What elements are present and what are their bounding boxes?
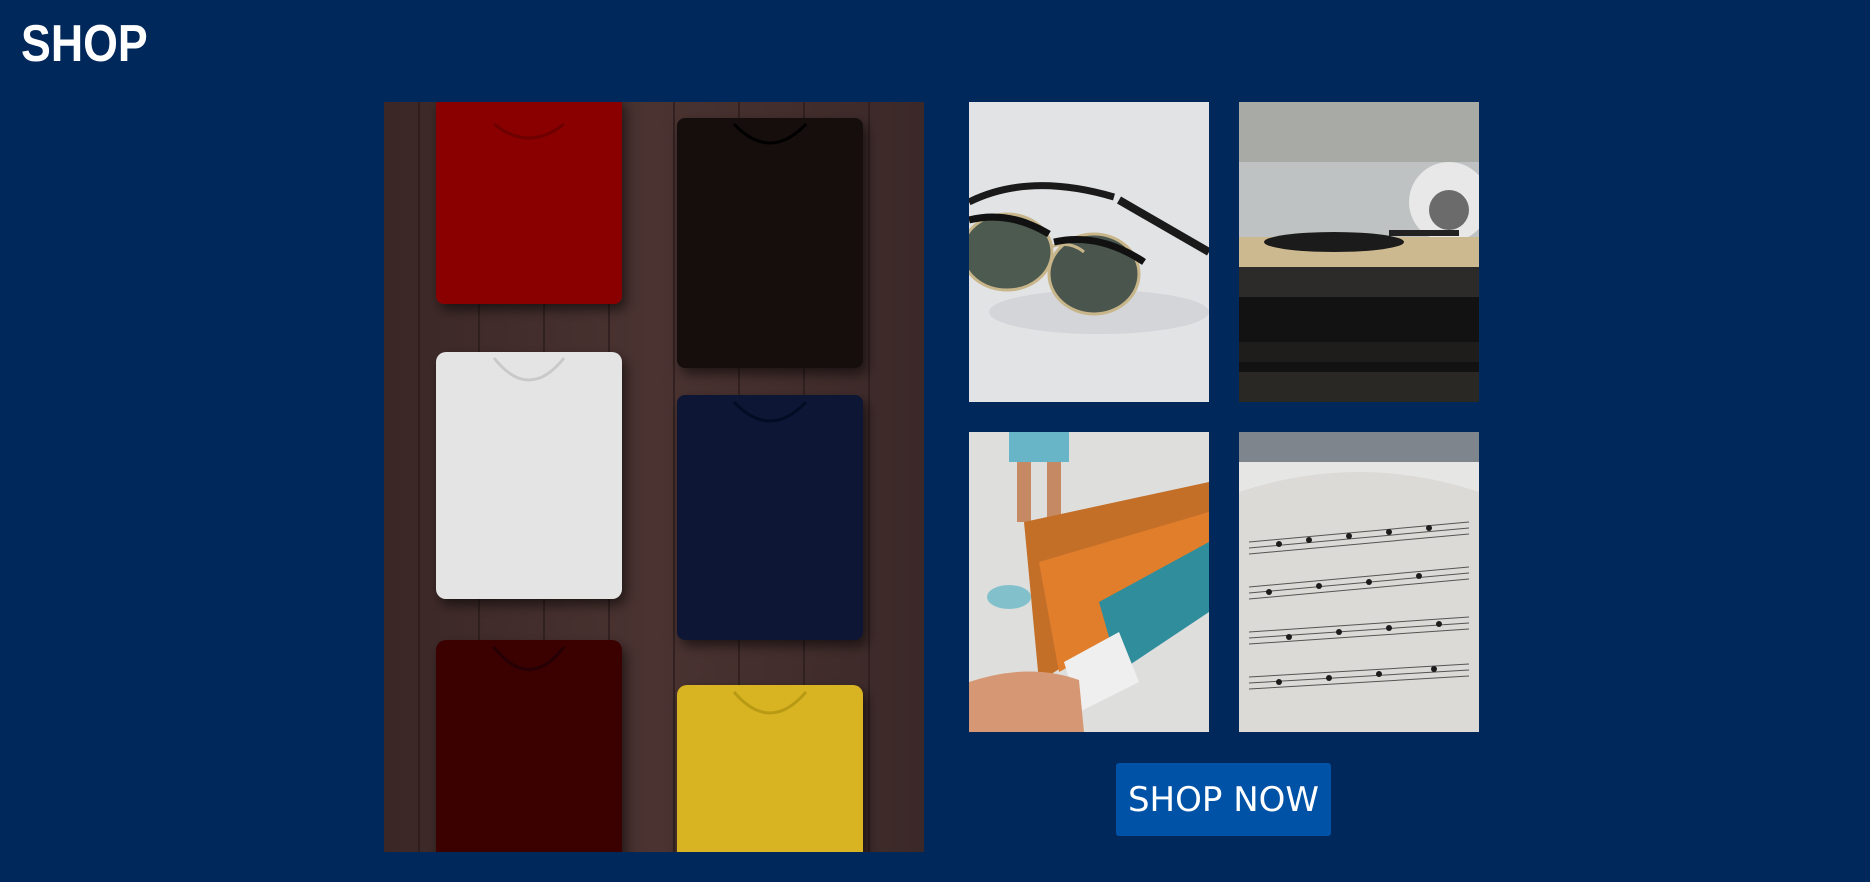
tickets-image bbox=[969, 432, 1209, 732]
folded-tshirts-image bbox=[384, 102, 924, 852]
turntable-image bbox=[1239, 102, 1479, 402]
page-title: SHOP bbox=[21, 15, 148, 73]
sunglasses-image bbox=[969, 102, 1209, 402]
sheet-music-image bbox=[1239, 432, 1479, 732]
shop-now-button[interactable]: SHOP NOW bbox=[1116, 763, 1331, 836]
